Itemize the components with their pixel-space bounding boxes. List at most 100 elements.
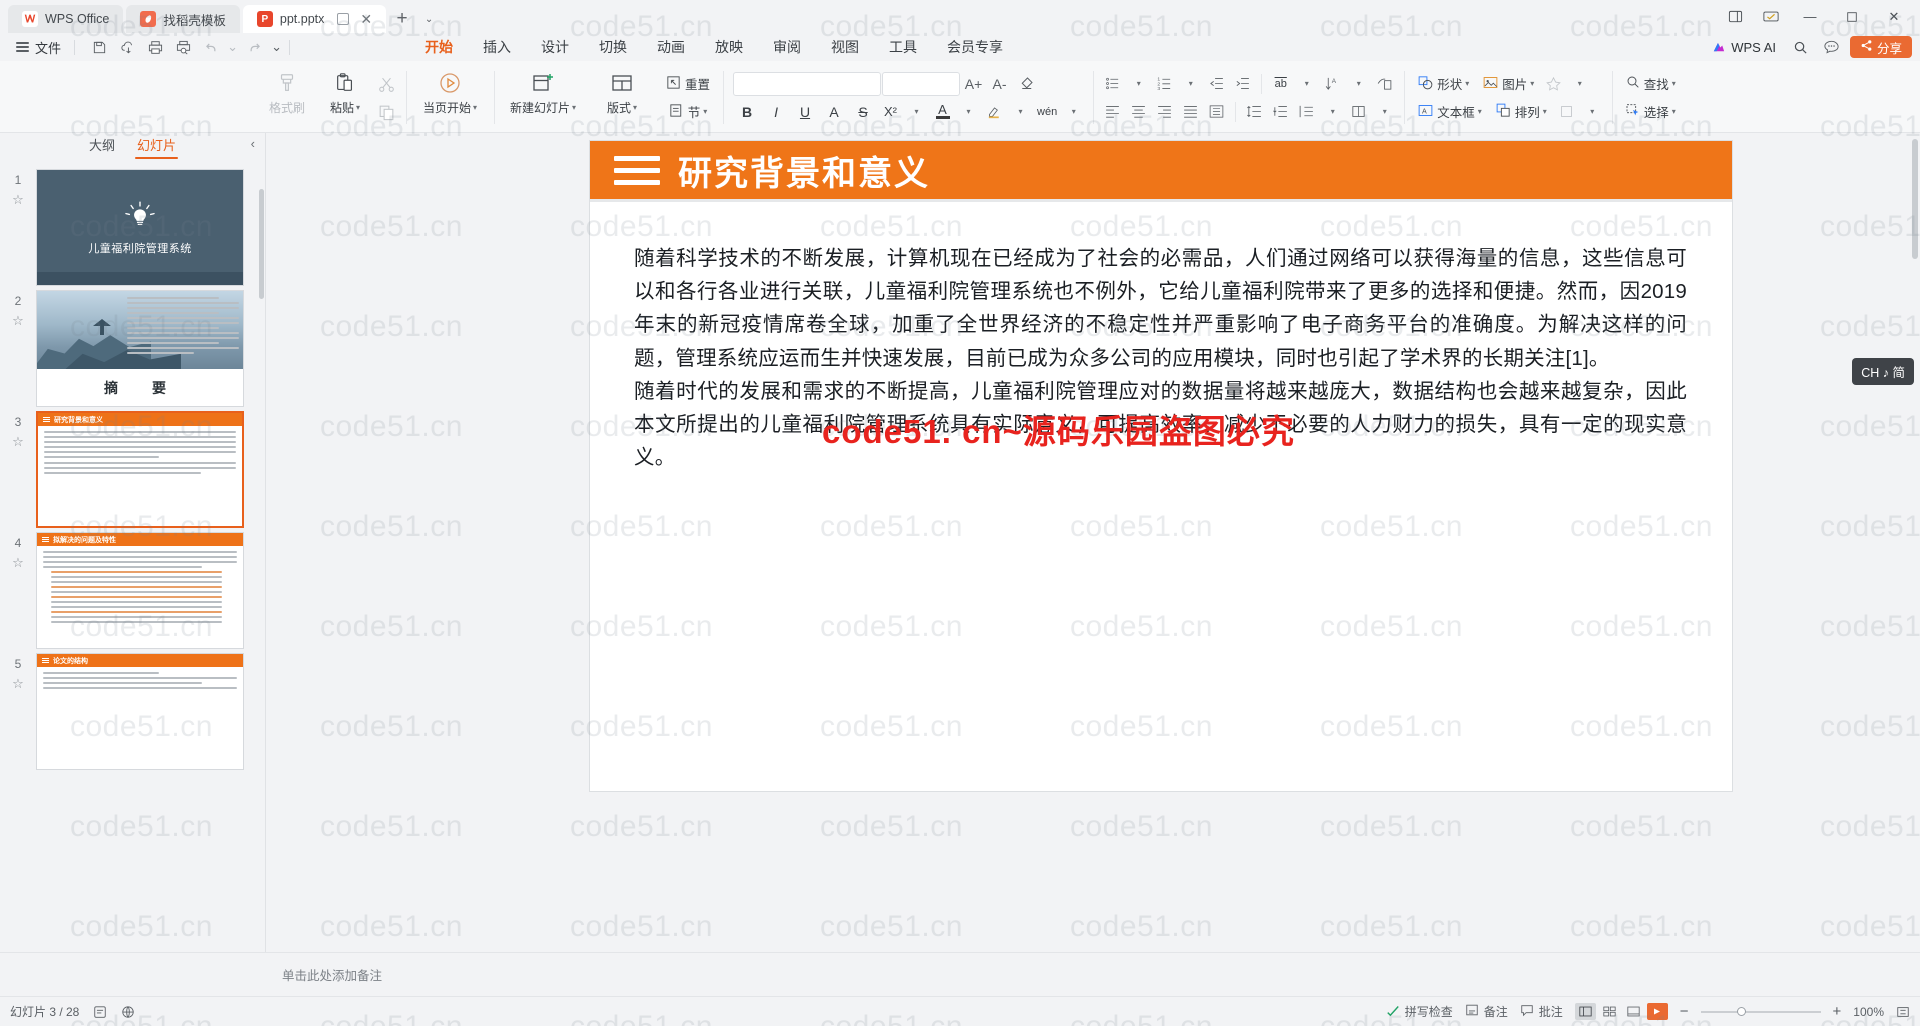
tab-ppt-pptx[interactable]: P ppt.pptx ✕ xyxy=(242,5,387,33)
thumbnail-item-5[interactable]: 5 ☆ 论文的结构 xyxy=(0,649,265,770)
format-painter-button[interactable]: 格式刷 xyxy=(258,67,316,116)
thumbnail-item-3[interactable]: 3 ☆ 研究背景和意义 xyxy=(0,407,265,528)
chevron-down-icon[interactable]: ▾ xyxy=(633,103,637,112)
copy-button[interactable] xyxy=(374,100,399,125)
star-icon[interactable]: ☆ xyxy=(12,676,24,692)
pictures-button[interactable]: 图片 ▾ xyxy=(1476,71,1540,96)
slide-thumbnail[interactable]: 拟解决的问题及特性 xyxy=(36,532,244,649)
cloud-save-icon[interactable] xyxy=(114,35,140,59)
cut-button[interactable] xyxy=(374,72,399,97)
new-tab-button[interactable]: + xyxy=(389,5,415,33)
sort-button[interactable]: A xyxy=(1320,71,1345,96)
icons-button[interactable] xyxy=(1541,71,1566,96)
chevron-down-icon[interactable]: ▾ xyxy=(1543,107,1547,116)
bold-button[interactable]: B xyxy=(733,99,761,124)
paste-button[interactable]: 粘贴 ▾ xyxy=(316,67,374,116)
align-center-button[interactable] xyxy=(1126,99,1151,124)
sidebar-scrollbar[interactable] xyxy=(259,189,264,299)
notes-pane[interactable]: 单击此处添加备注 xyxy=(0,952,1920,996)
column-spacing-button[interactable] xyxy=(1268,99,1293,124)
increase-font-size-button[interactable]: A+ xyxy=(961,71,986,96)
ribbon-tab-start[interactable]: 开始 xyxy=(411,34,467,60)
file-menu-button[interactable]: 文件 xyxy=(8,35,69,59)
star-icon[interactable]: ☆ xyxy=(12,313,24,329)
thumbnail-list[interactable]: 1 ☆ 儿童福利院管理系统 2 ☆ 摘 要 3 ☆ 研究背景和意义 4 ☆ 拟解… xyxy=(0,159,265,962)
shapes-button[interactable]: 形状 ▾ xyxy=(1411,71,1475,96)
justify-button[interactable] xyxy=(1178,99,1203,124)
numbering-dropdown-icon[interactable]: ▾ xyxy=(1178,71,1203,96)
spellcheck-status[interactable]: 拼写检查 xyxy=(1386,1003,1453,1020)
sort-dropdown-icon[interactable]: ▾ xyxy=(1346,71,1371,96)
undo-dropdown-icon[interactable]: ⌄ xyxy=(226,35,239,59)
decrease-font-size-button[interactable]: A- xyxy=(987,71,1012,96)
text-direction-button[interactable]: ab xyxy=(1268,71,1293,96)
superscript-button[interactable]: X² xyxy=(878,99,903,124)
font-color-button[interactable]: A xyxy=(930,99,955,124)
ribbon-tab-animation[interactable]: 动画 xyxy=(643,34,699,60)
star-icon[interactable]: ☆ xyxy=(12,434,24,450)
reading-view-icon[interactable] xyxy=(1623,1003,1644,1020)
ribbon-tab-member[interactable]: 会员专享 xyxy=(933,34,1017,60)
slideshow-icon[interactable] xyxy=(1646,1003,1668,1020)
font-name-input[interactable] xyxy=(733,71,882,96)
zoom-level-label[interactable]: 100% xyxy=(1853,1005,1884,1019)
select-button[interactable]: 选择 ▾ xyxy=(1619,99,1682,124)
tab-docer-template[interactable]: 找稻壳模板 xyxy=(126,5,240,33)
restore-tab-icon[interactable] xyxy=(337,13,350,25)
sidebar-tab-outline[interactable]: 大纲 xyxy=(87,133,117,159)
chevron-down-icon[interactable]: ▾ xyxy=(703,107,707,116)
numbering-button[interactable]: 123 xyxy=(1152,71,1177,96)
search-icon[interactable] xyxy=(1788,35,1814,59)
chevron-down-icon[interactable]: ▾ xyxy=(356,103,360,112)
align-right-button[interactable] xyxy=(1152,99,1177,124)
text-shadow-button[interactable]: A xyxy=(820,99,848,124)
slide-thumbnail[interactable]: 摘 要 xyxy=(36,290,244,407)
star-icon[interactable]: ☆ xyxy=(12,555,24,571)
clear-formatting-button[interactable] xyxy=(1013,71,1038,96)
fit-to-window-icon[interactable] xyxy=(1896,1005,1910,1019)
columns-button[interactable] xyxy=(1346,99,1371,124)
line-spacing-button[interactable] xyxy=(1242,99,1267,124)
tab-wps-office[interactable]: WPS Office xyxy=(8,5,124,33)
notes-toggle[interactable]: 备注 xyxy=(1465,1003,1508,1020)
canvas-scrollbar[interactable] xyxy=(1912,139,1918,259)
decrease-indent-button[interactable] xyxy=(1204,71,1229,96)
start-from-current-button[interactable]: 当页开始 ▾ xyxy=(413,67,487,116)
current-slide[interactable]: 研究背景和意义 随着科学技术的不断发展，计算机现在已经成为了社会的必需品，人们通… xyxy=(590,141,1732,791)
bullets-dropdown-icon[interactable]: ▾ xyxy=(1126,71,1151,96)
font-color-dropdown-icon[interactable]: ▾ xyxy=(956,99,981,124)
ribbon-tab-tools[interactable]: 工具 xyxy=(875,34,931,60)
chevron-down-icon[interactable]: ▾ xyxy=(473,103,477,112)
increase-indent-button[interactable] xyxy=(1230,71,1255,96)
align-text-dropdown-icon[interactable]: ▾ xyxy=(1320,99,1345,124)
zoom-in-button[interactable]: + xyxy=(1833,1003,1842,1020)
sidebar-tab-slides[interactable]: 幻灯片 xyxy=(135,133,179,159)
textbox-button[interactable]: A 文本框 ▾ xyxy=(1411,99,1488,124)
redo-icon[interactable] xyxy=(241,35,267,59)
chevron-down-icon[interactable]: ▾ xyxy=(1465,79,1469,88)
undo-icon[interactable] xyxy=(198,35,224,59)
comments-toggle[interactable]: 批注 xyxy=(1520,1003,1563,1020)
chevron-down-icon[interactable]: ▾ xyxy=(1530,79,1534,88)
backup-icon[interactable] xyxy=(1754,3,1788,31)
wps-ai-button[interactable]: WPS AI xyxy=(1703,38,1784,57)
zoom-slider[interactable] xyxy=(1700,1006,1821,1016)
normal-view-icon[interactable] xyxy=(1574,1003,1596,1020)
text-direction-dropdown-icon[interactable]: ▾ xyxy=(1294,71,1319,96)
thumbnail-item-2[interactable]: 2 ☆ 摘 要 xyxy=(0,286,265,407)
star-icon[interactable]: ☆ xyxy=(12,192,24,208)
align-left-button[interactable] xyxy=(1100,99,1125,124)
sorter-view-icon[interactable] xyxy=(1599,1003,1620,1020)
new-slide-button[interactable]: 新建幻灯片 ▾ xyxy=(501,67,585,116)
phonetic-dropdown-icon[interactable]: ▾ xyxy=(1061,99,1086,124)
customize-toolbar-icon[interactable]: ⌄ xyxy=(269,35,284,59)
icons-dropdown-icon[interactable]: ▾ xyxy=(1567,71,1592,96)
convert-to-smartart-button[interactable] xyxy=(1372,71,1397,96)
chevron-down-icon[interactable]: ▾ xyxy=(1672,107,1676,116)
find-button[interactable]: 查找 ▾ xyxy=(1619,71,1682,96)
print-preview-icon[interactable] xyxy=(170,35,196,59)
close-tab-icon[interactable]: ✕ xyxy=(360,12,372,26)
arrange-button[interactable]: 排列 ▾ xyxy=(1489,99,1553,124)
highlight-button[interactable] xyxy=(982,99,1007,124)
font-size-input[interactable] xyxy=(882,71,961,96)
